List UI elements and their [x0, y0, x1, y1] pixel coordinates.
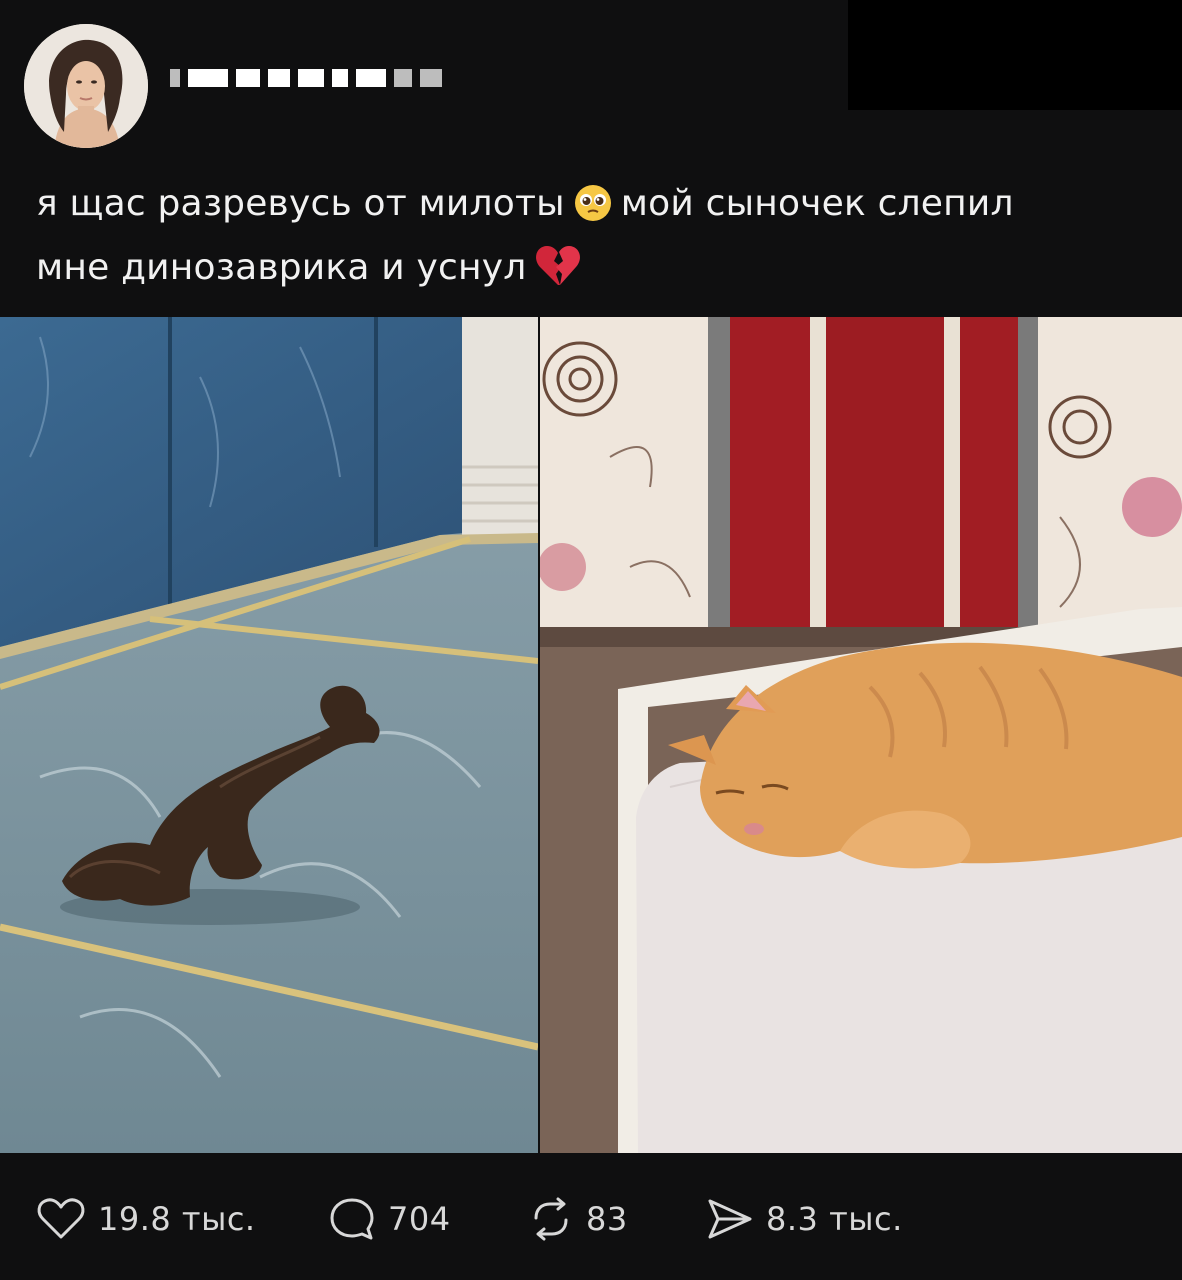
clay-dinosaur-photo-icon — [0, 317, 538, 1153]
comments-count: 704 — [388, 1200, 451, 1238]
send-icon — [708, 1199, 752, 1239]
photo-clay-dinosaur[interactable] — [0, 317, 538, 1153]
post-media[interactable] — [0, 317, 1182, 1153]
avatar-portrait-icon — [24, 24, 148, 148]
share-action[interactable]: 8.3 тыс. — [706, 1197, 903, 1241]
likes-count: 19.8 тыс. — [98, 1200, 256, 1238]
like-action[interactable]: 19.8 тыс. — [36, 1197, 256, 1241]
shares-count: 8.3 тыс. — [766, 1200, 903, 1238]
pleading-face-icon — [573, 183, 613, 240]
comment-icon — [330, 1198, 374, 1240]
broken-heart-icon — [534, 243, 582, 304]
sleeping-ginger-cat-photo-icon — [540, 317, 1182, 1153]
post-text-segment: я щас разревусь от милоты — [36, 183, 565, 224]
post-header — [0, 0, 1182, 165]
post-actions-bar: 19.8 тыс. 704 83 8.3 тыс. — [0, 1153, 1182, 1280]
repost-icon — [534, 1197, 568, 1241]
post-text-segment: мой сыночек слепил — [620, 183, 1014, 224]
post-text-segment: мне динозаврика и уснул — [36, 247, 527, 288]
post-text-line-1: я щас разревусь от милоты мой сыночек сле… — [36, 176, 1146, 240]
username-redacted — [170, 66, 442, 90]
repost-action[interactable]: 83 — [528, 1197, 628, 1241]
comment-action[interactable]: 704 — [328, 1197, 451, 1241]
reposts-count: 83 — [586, 1200, 628, 1238]
redaction-block — [848, 0, 1182, 110]
author-avatar[interactable] — [24, 24, 148, 148]
post-text-line-2: мне динозаврика и уснул — [36, 240, 1146, 304]
heart-icon — [37, 1198, 85, 1239]
photo-sleeping-ginger-cat[interactable] — [540, 317, 1182, 1153]
post-text: я щас разревусь от милоты мой сыночек сле… — [36, 176, 1146, 304]
